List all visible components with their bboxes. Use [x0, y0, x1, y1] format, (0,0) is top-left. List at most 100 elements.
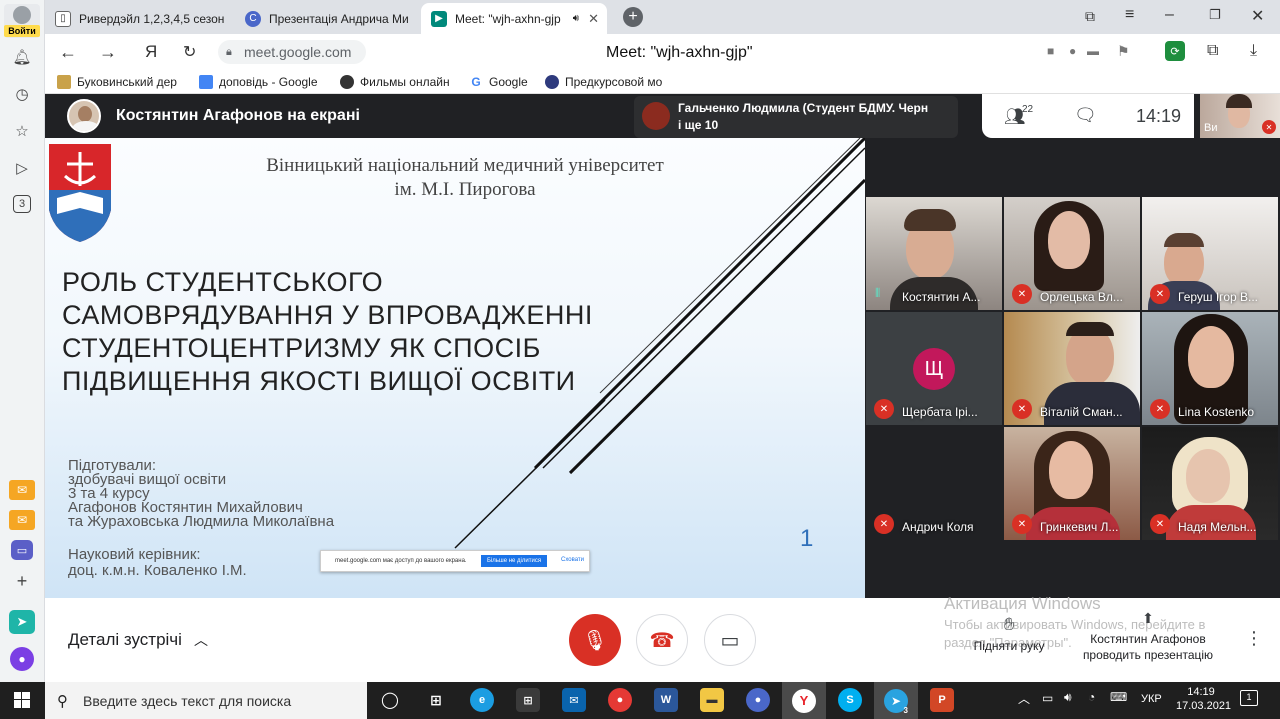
- bookmark-item[interactable]: доповідь - Google: [199, 75, 318, 89]
- timeline-icon[interactable]: ⊞: [424, 688, 448, 712]
- bookmark-item[interactable]: Буковинський дер: [57, 75, 177, 89]
- lock-icon: 🔒︎: [226, 45, 232, 58]
- menu-icon[interactable]: ≡: [1125, 6, 1134, 24]
- network-icon[interactable]: ◔: [1088, 690, 1095, 704]
- yandex-icon[interactable]: Я: [145, 42, 157, 62]
- extensions-puzzle-icon[interactable]: ⧉: [1207, 42, 1218, 60]
- windows-start-icon[interactable]: [14, 692, 30, 708]
- presenting-label-2: проводить презентацію: [1082, 648, 1214, 662]
- screen-icon[interactable]: ▬: [1087, 44, 1099, 58]
- word-icon[interactable]: W: [654, 688, 678, 712]
- audio-icon[interactable]: 🔊︎: [573, 13, 579, 24]
- participant-tile[interactable]: ✕ Віталій Сман...: [1004, 312, 1140, 425]
- bookmark-item[interactable]: G Google: [469, 75, 528, 89]
- meeting-details-button[interactable]: Деталі зустрічі ︿: [68, 630, 208, 650]
- bookmarks-bar: Буковинський дер доповідь - Google Фильм…: [45, 72, 1280, 94]
- notification-center-icon[interactable]: 1: [1240, 690, 1258, 706]
- forward-icon[interactable]: →: [99, 42, 117, 63]
- explorer-icon[interactable]: ▬: [700, 688, 724, 712]
- people-count: 22: [1022, 104, 1034, 115]
- page-title: Meet: "wjh-axhn-gjp": [606, 44, 753, 61]
- participant-tile[interactable]: ✕ Lina Kostenko: [1142, 312, 1278, 425]
- mail-icon[interactable]: ✉: [9, 480, 35, 500]
- camera-toggle-button[interactable]: ▭: [704, 614, 756, 666]
- meet-clock: 14:19: [1136, 106, 1182, 126]
- participant-tile[interactable]: ✕ Орлецька Вл...: [1004, 197, 1140, 310]
- reload-icon[interactable]: ↻: [183, 42, 196, 62]
- messenger-icon[interactable]: ▭: [11, 540, 33, 560]
- address-bar[interactable]: 🔒︎ meet.google.com: [218, 40, 366, 64]
- send-icon[interactable]: ➤: [9, 610, 35, 634]
- volume-icon[interactable]: 🔊︎: [1064, 690, 1072, 705]
- telegram-badge: 3: [903, 706, 908, 715]
- new-tab-button[interactable]: +: [623, 7, 643, 27]
- keyboard-icon[interactable]: ⌨: [1110, 690, 1127, 704]
- play-icon[interactable]: ▷: [11, 157, 33, 179]
- close-window-icon[interactable]: ✕: [1251, 6, 1264, 26]
- star-icon[interactable]: ☆: [11, 120, 33, 142]
- tabs-count-icon[interactable]: 3: [13, 195, 31, 213]
- camera-icon[interactable]: ■: [1047, 44, 1054, 58]
- taskbar-search[interactable]: ⚲ Введите здесь текст для поиска: [45, 682, 367, 719]
- language-indicator[interactable]: УКР: [1141, 693, 1162, 705]
- bookmark-label: Google: [489, 75, 528, 89]
- alice-icon[interactable]: ●: [10, 647, 34, 671]
- participant-tile[interactable]: ✕ Гринкевич Л...: [1004, 427, 1140, 540]
- taskbar-clock[interactable]: 14:19 17.03.2021: [1176, 685, 1231, 713]
- raise-hand-button[interactable]: ✋︎ Підняти руку: [966, 614, 1052, 653]
- search-icon: ⚲: [57, 692, 68, 710]
- participant-tile[interactable]: ⦀ Костянтин А...: [866, 197, 1002, 310]
- mic-toggle-button[interactable]: 🎙︎: [569, 614, 621, 666]
- university-line-2: ім. М.І. Пирогова: [394, 179, 536, 200]
- login-button[interactable]: Войти: [4, 4, 40, 38]
- participant-tile[interactable]: ✕ Андрич Коля: [866, 427, 1002, 540]
- mail-app-icon[interactable]: ✉: [562, 688, 586, 712]
- battery-icon[interactable]: ▭: [1042, 691, 1053, 705]
- presenting-button[interactable]: ⬆︎ Костянтин Агафонов проводить презента…: [1073, 610, 1223, 663]
- tray-chevron-icon[interactable]: ︿: [1018, 690, 1030, 707]
- skype-icon[interactable]: S: [838, 688, 862, 712]
- powerpoint-icon[interactable]: P: [930, 688, 954, 712]
- tab-riverdale[interactable]: ▯ Ривердэйл 1,2,3,4,5 сезон: [45, 3, 225, 34]
- hide-button[interactable]: Сховати: [561, 557, 584, 563]
- clock-time: 14:19: [1187, 686, 1215, 698]
- task-view-icon[interactable]: ◯: [378, 688, 402, 712]
- restore-icon[interactable]: ❐: [1209, 7, 1221, 23]
- browser-sidebar: Войти 🔔︎ ◷ ☆ ▷ 3 ✉ ✉ ▭ + ➤ ●: [0, 0, 45, 682]
- download-icon[interactable]: ⤓: [1250, 42, 1257, 60]
- store-icon[interactable]: ⊞: [516, 688, 540, 712]
- leave-call-button[interactable]: ☎︎: [636, 614, 688, 666]
- bookmark-icon[interactable]: ⚑: [1117, 43, 1130, 60]
- collections-icon[interactable]: ⧉: [1085, 8, 1095, 25]
- bookmark-item[interactable]: Фильмы онлайн: [340, 75, 450, 89]
- tab-meet[interactable]: ▶ Meet: "wjh-axhn-gjp 🔊︎ ✕: [421, 3, 607, 34]
- telegram-taskbar-icon[interactable]: ➤ 3: [874, 682, 918, 719]
- back-icon[interactable]: ←: [59, 42, 77, 63]
- chromium-icon[interactable]: ●: [746, 688, 770, 712]
- share-notice-text: meet.google.com має доступ до вашого екр…: [335, 558, 467, 564]
- muted-mic-icon: ✕: [1150, 284, 1170, 304]
- mail-icon-2[interactable]: ✉: [9, 510, 35, 530]
- minimize-icon[interactable]: –: [1165, 6, 1174, 24]
- join-notification[interactable]: Гальченко Людмила (Студент БДМУ. Черн і …: [634, 96, 958, 138]
- yandex-browser-taskbar-icon[interactable]: Y: [782, 682, 826, 719]
- edge-icon[interactable]: e: [470, 688, 494, 712]
- participant-tile[interactable]: Щ ✕ Щербата Ірі...: [866, 312, 1002, 425]
- tab-presentation[interactable]: C Презентація Андрича Ми: [235, 3, 415, 34]
- close-tab-icon[interactable]: ✕: [588, 11, 599, 27]
- participant-tile[interactable]: ✕ Геруш Ігор В...: [1142, 197, 1278, 310]
- history-icon[interactable]: ◷: [11, 83, 33, 105]
- self-view-tile[interactable]: Ви ✕: [1200, 94, 1280, 138]
- bookmark-item[interactable]: Предкурсовой мо: [545, 75, 662, 89]
- stop-sharing-button[interactable]: Більше не ділитися: [481, 555, 548, 567]
- chat-icon[interactable]: 🗨︎: [1074, 105, 1097, 126]
- more-options-icon[interactable]: ⋮: [1245, 628, 1263, 649]
- chrome-icon[interactable]: ●: [608, 688, 632, 712]
- extension-icon[interactable]: ⟳: [1165, 41, 1185, 61]
- add-icon[interactable]: +: [11, 570, 33, 592]
- mic-icon[interactable]: ●: [1069, 44, 1076, 58]
- participant-tile[interactable]: ✕ Надя Мельн...: [1142, 427, 1278, 540]
- bell-icon[interactable]: 🔔︎: [11, 46, 33, 68]
- notification-avatar: [642, 102, 670, 130]
- user-avatar-icon: [13, 6, 31, 24]
